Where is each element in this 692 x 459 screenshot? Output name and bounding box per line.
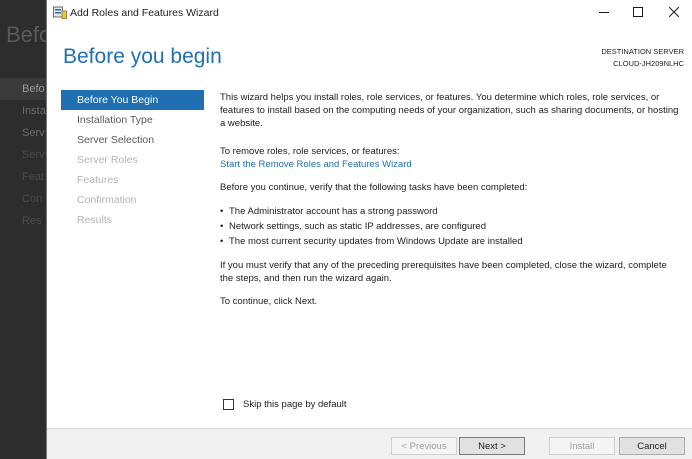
skip-page-checkbox[interactable] xyxy=(223,399,234,410)
previous-button[interactable]: < Previous xyxy=(391,437,457,455)
prerequisites-list: The Administrator account has a strong p… xyxy=(220,204,680,249)
nav-item-installation-type[interactable]: Installation Type xyxy=(61,110,204,130)
nav-item-server-roles: Server Roles xyxy=(77,154,138,166)
close-button[interactable] xyxy=(656,0,692,26)
background-nav-item: Insta xyxy=(22,105,46,117)
install-button[interactable]: Install xyxy=(549,437,615,455)
skip-page-option[interactable]: Skip this page by default xyxy=(223,399,347,410)
intro-text: This wizard helps you install roles, rol… xyxy=(220,92,679,129)
cancel-button[interactable]: Cancel xyxy=(619,437,685,455)
nav-item-results: Results xyxy=(77,214,113,226)
background-window-title: Befo xyxy=(6,22,46,47)
minimize-icon xyxy=(599,6,609,20)
window-title: Add Roles and Features Wizard xyxy=(70,7,219,19)
background-nav-item: Feat xyxy=(22,171,45,183)
remove-roles-wizard-link[interactable]: Start the Remove Roles and Features Wiza… xyxy=(220,158,680,171)
verify-text: If you must verify that any of the prece… xyxy=(220,260,667,284)
background-nav-item: Serv xyxy=(22,149,45,161)
title-bar[interactable]: Add Roles and Features Wizard xyxy=(47,0,692,26)
background-nav: Befo Insta Serv Serv Feat Con Res xyxy=(0,78,46,232)
server-manager-icon xyxy=(53,6,67,19)
list-item: The most current security updates from W… xyxy=(220,234,680,249)
background-nav-item: Con xyxy=(22,193,43,205)
destination-server-name: CLOUD-JH209NLHC xyxy=(613,59,684,68)
continue-text: To continue, click Next. xyxy=(220,296,318,307)
destination-server-label: DESTINATION SERVER xyxy=(601,47,684,56)
wizard-dialog: Add Roles and Features Wizard Before you… xyxy=(46,0,692,459)
close-icon xyxy=(668,6,680,20)
button-bar: < Previous Next > Install Cancel xyxy=(47,428,692,459)
nav-item-confirmation: Confirmation xyxy=(77,194,137,206)
nav-item-server-selection[interactable]: Server Selection xyxy=(61,130,204,150)
maximize-icon xyxy=(633,6,643,20)
next-button[interactable]: Next > xyxy=(459,437,525,455)
background-server-manager-window: Befo Befo Insta Serv Serv Feat Con Res xyxy=(0,0,46,459)
nav-item-before-you-begin[interactable]: Before You Begin xyxy=(61,90,204,110)
remove-roles-label: To remove roles, role services, or featu… xyxy=(220,146,400,157)
prerequisites-intro: Before you continue, verify that the fol… xyxy=(220,182,528,193)
page-title: Before you begin xyxy=(63,45,222,68)
background-nav-item: Res xyxy=(22,215,42,227)
wizard-steps-nav: Before You Begin Installation Type Serve… xyxy=(61,90,204,230)
nav-item-features: Features xyxy=(77,174,119,186)
background-nav-item: Serv xyxy=(22,127,45,139)
skip-page-label: Skip this page by default xyxy=(243,399,347,410)
list-item: The Administrator account has a strong p… xyxy=(220,204,680,219)
background-nav-item: Befo xyxy=(0,78,46,100)
minimize-button[interactable] xyxy=(586,0,622,26)
list-item: Network settings, such as static IP addr… xyxy=(220,219,680,234)
content-panel: This wizard helps you install roles, rol… xyxy=(220,91,680,308)
maximize-button[interactable] xyxy=(620,0,656,26)
